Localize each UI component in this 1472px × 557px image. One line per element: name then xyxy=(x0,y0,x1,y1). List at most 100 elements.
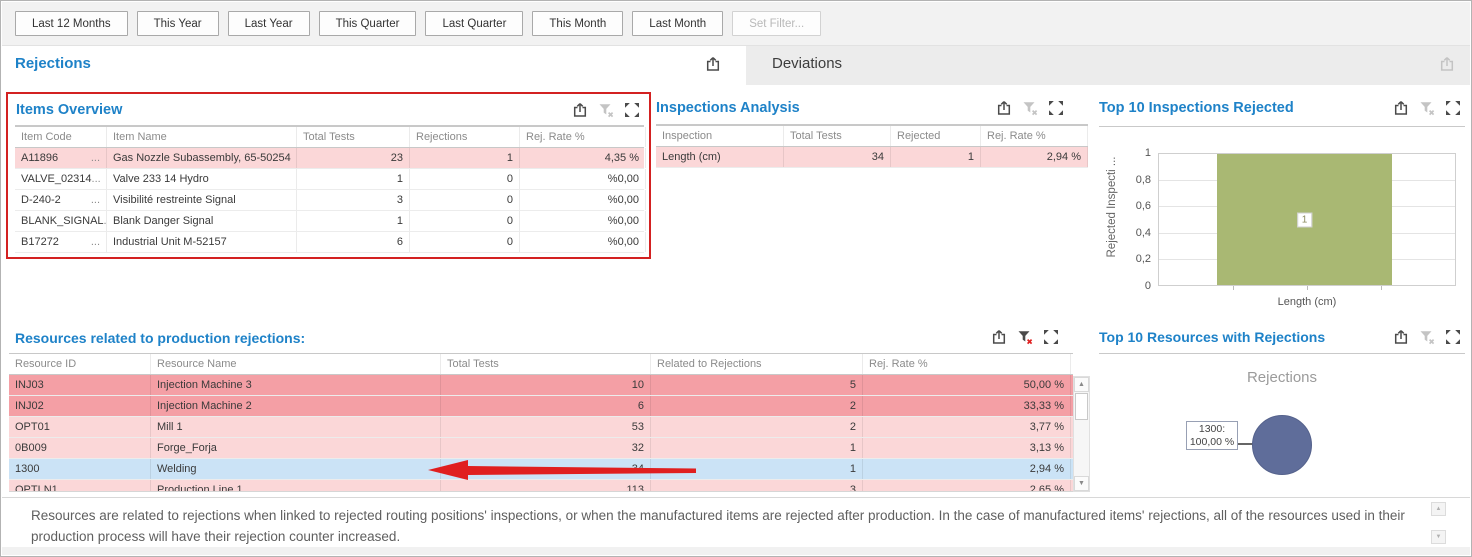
column-header[interactable]: Rejected xyxy=(891,126,981,146)
table-cell: 0 xyxy=(410,211,520,231)
table-cell: Production Line 1 xyxy=(151,480,441,492)
table-row[interactable]: VALVE_02314...Valve 233 14 Hydro10%0,00 xyxy=(15,169,644,190)
table-cell: Industrial Unit M-52157 xyxy=(107,232,297,252)
row-ellipsis-button[interactable]: ... xyxy=(91,152,100,165)
date-filter-bar: Last 12 Months This Year Last Year This Qua… xyxy=(2,2,1470,46)
table-cell: 113 xyxy=(441,480,651,492)
column-header[interactable]: Inspection xyxy=(656,126,784,146)
footnote-scrollbar[interactable]: ▲ ▼ xyxy=(1431,502,1446,544)
table-cell: 0 xyxy=(410,190,520,210)
table-row[interactable]: INJ03Injection Machine 310550,00 % xyxy=(9,375,1073,396)
bar-chart-y-ticks: 10,80,60,40,20 xyxy=(1117,153,1151,286)
export-icon[interactable] xyxy=(996,100,1012,116)
filter-button-last-12-months[interactable]: Last 12 Months xyxy=(15,11,128,36)
table-cell: 2 xyxy=(651,417,863,437)
y-tick-label: 0,8 xyxy=(1136,174,1151,186)
table-row[interactable]: OPTLN1Production Line 111332,65 % xyxy=(9,480,1073,492)
filter-button-this-quarter[interactable]: This Quarter xyxy=(319,11,417,36)
table-header-row: InspectionTotal TestsRejectedRej. Rate % xyxy=(656,125,1088,147)
filter-button-last-quarter[interactable]: Last Quarter xyxy=(425,11,523,36)
row-ellipsis-button[interactable]: ... xyxy=(91,194,100,207)
resources-scrollbar[interactable]: ▲ ▼ xyxy=(1073,376,1090,492)
tab-rejections[interactable]: Rejections xyxy=(15,55,91,72)
y-tick-label: 1 xyxy=(1145,147,1151,159)
clear-filter-icon[interactable] xyxy=(1419,100,1435,116)
filter-button-last-month[interactable]: Last Month xyxy=(632,11,723,36)
table-cell: Injection Machine 2 xyxy=(151,396,441,416)
table-row[interactable]: A11896...Gas Nozzle Subassembly, 65-5025… xyxy=(15,148,644,169)
column-header[interactable]: Rej. Rate % xyxy=(520,127,646,147)
scroll-down-icon[interactable]: ▼ xyxy=(1431,530,1446,544)
top10-resources-title: Top 10 Resources with Rejections xyxy=(1099,329,1325,345)
table-cell: 50,00 % xyxy=(863,375,1071,395)
scrollbar-thumb[interactable] xyxy=(1075,393,1088,420)
table-row[interactable]: B17272...Industrial Unit M-5215760%0,00 xyxy=(15,232,644,253)
clear-filter-icon[interactable] xyxy=(1017,329,1033,345)
table-row[interactable]: D-240-2...Visibilité restreinte Signal30… xyxy=(15,190,644,211)
table-cell: INJ03 xyxy=(9,375,151,395)
scroll-up-icon[interactable]: ▲ xyxy=(1431,502,1446,516)
column-header[interactable]: Related to Rejections xyxy=(651,354,863,374)
scroll-up-icon[interactable]: ▲ xyxy=(1074,377,1089,392)
tab-deviations[interactable]: Deviations xyxy=(746,46,1470,85)
column-header[interactable]: Total Tests xyxy=(441,354,651,374)
fullscreen-icon[interactable] xyxy=(624,102,640,118)
clear-filter-icon[interactable] xyxy=(1022,100,1038,116)
filter-button-this-month[interactable]: This Month xyxy=(532,11,623,36)
table-cell: VALVE_02314... xyxy=(15,169,107,189)
export-icon[interactable] xyxy=(991,329,1007,345)
column-header[interactable]: Resource Name xyxy=(151,354,441,374)
table-cell: %0,00 xyxy=(520,169,646,189)
clear-filter-icon[interactable] xyxy=(598,102,614,118)
export-icon[interactable] xyxy=(572,102,588,118)
column-header[interactable]: Item Name xyxy=(107,127,297,147)
row-ellipsis-button[interactable]: ... xyxy=(92,173,101,186)
pie-slice-1300[interactable] xyxy=(1252,415,1312,475)
clear-filter-icon[interactable] xyxy=(1419,329,1435,345)
table-cell: Length (cm) xyxy=(656,147,784,167)
fullscreen-icon[interactable] xyxy=(1445,100,1461,116)
filter-button-this-year[interactable]: This Year xyxy=(137,11,219,36)
filter-button-last-year[interactable]: Last Year xyxy=(228,11,310,36)
export-icon[interactable] xyxy=(705,56,723,74)
table-row[interactable]: BLANK_SIGNAL...Blank Danger Signal10%0,0… xyxy=(15,211,644,232)
column-header[interactable]: Rejections xyxy=(410,127,520,147)
table-row[interactable]: Length (cm)3412,94 % xyxy=(656,147,1088,168)
table-cell: A11896... xyxy=(15,148,107,168)
column-header[interactable]: Total Tests xyxy=(297,127,410,147)
table-row[interactable]: INJ02Injection Machine 26233,33 % xyxy=(9,396,1073,417)
column-header[interactable]: Total Tests xyxy=(784,126,891,146)
set-filter-button[interactable]: Set Filter... xyxy=(732,11,821,36)
table-cell: 6 xyxy=(441,396,651,416)
table-cell: 2,94 % xyxy=(981,147,1088,167)
table-cell: 53 xyxy=(441,417,651,437)
table-cell: 3 xyxy=(651,480,863,492)
table-cell: 23 xyxy=(297,148,410,168)
fullscreen-icon[interactable] xyxy=(1043,329,1059,345)
items-overview-annotation-box: Items Overview Item CodeItem NameTotal T… xyxy=(6,92,651,259)
y-tick-label: 0,6 xyxy=(1136,200,1151,212)
bar-value-label: 1 xyxy=(1297,212,1313,227)
fullscreen-icon[interactable] xyxy=(1445,329,1461,345)
pie-chart-title: Rejections xyxy=(1182,369,1382,386)
column-header[interactable]: Resource ID xyxy=(9,354,151,374)
bar-length-cm[interactable]: 1 xyxy=(1217,154,1392,285)
table-header-row: Resource IDResource NameTotal TestsRelat… xyxy=(9,353,1073,375)
column-header[interactable]: Rej. Rate % xyxy=(863,354,1071,374)
export-icon[interactable] xyxy=(1393,100,1409,116)
scroll-down-icon[interactable]: ▼ xyxy=(1074,476,1089,491)
export-icon[interactable] xyxy=(1393,329,1409,345)
column-header[interactable]: Item Code xyxy=(15,127,107,147)
fullscreen-icon[interactable] xyxy=(1048,100,1064,116)
table-row[interactable]: 0B009Forge_Forja3213,13 % xyxy=(9,438,1073,459)
row-ellipsis-button[interactable]: ... xyxy=(91,236,100,249)
table-cell: 3 xyxy=(297,190,410,210)
table-cell: 34 xyxy=(784,147,891,167)
dashboard-screen: Last 12 Months This Year Last Year This Qua… xyxy=(0,0,1472,557)
column-header[interactable]: Rej. Rate % xyxy=(981,126,1088,146)
top10-resources-header: Top 10 Resources with Rejections xyxy=(1099,326,1465,354)
table-row[interactable]: 1300Welding3412,94 % xyxy=(9,459,1073,480)
bar-chart-x-axis-label: Length (cm) xyxy=(1158,296,1456,308)
export-icon[interactable] xyxy=(1439,56,1457,74)
table-row[interactable]: OPT01Mill 15323,77 % xyxy=(9,417,1073,438)
